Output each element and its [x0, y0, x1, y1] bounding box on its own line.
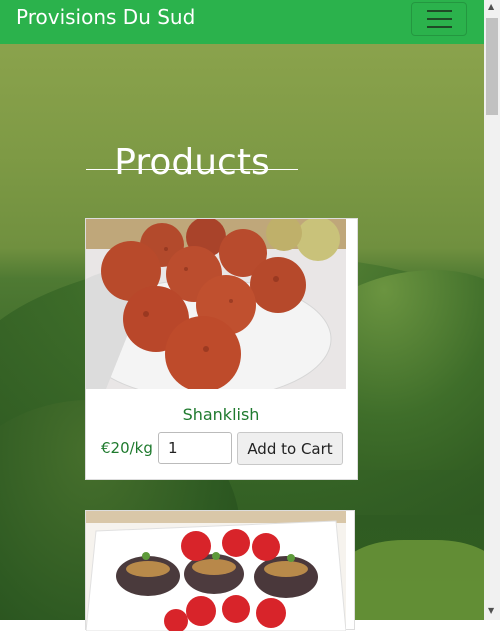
product-price: €20/kg — [101, 439, 153, 457]
brand-link[interactable]: Provisions Du Sud — [16, 5, 195, 29]
add-to-cart-button[interactable]: Add to Cart — [237, 432, 343, 465]
page-scrollbar[interactable]: ▲ ▼ — [484, 0, 500, 620]
scroll-thumb[interactable] — [486, 18, 498, 115]
product-card — [85, 510, 355, 631]
product-name[interactable]: Shanklish — [86, 405, 356, 424]
scroll-down-arrow-icon[interactable]: ▼ — [488, 606, 494, 615]
product-card: Shanklish €20/kg Add to Cart — [85, 218, 358, 480]
hamburger-icon — [427, 10, 452, 12]
title-underline — [86, 169, 298, 170]
quantity-input[interactable] — [158, 432, 232, 464]
product-image — [86, 219, 346, 389]
navbar: Provisions Du Sud — [0, 0, 484, 44]
scroll-up-arrow-icon[interactable]: ▲ — [488, 2, 494, 11]
menu-toggle-button[interactable] — [411, 2, 467, 36]
product-image — [86, 511, 346, 631]
page-title: Products — [114, 142, 270, 184]
